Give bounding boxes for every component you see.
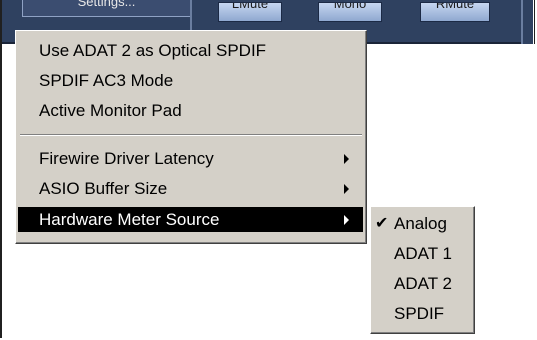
menu-item-hardware-meter-source[interactable]: Hardware Meter Source <box>18 207 363 232</box>
menu-item-label: ASIO Buffer Size <box>39 179 168 198</box>
menu-item-asio-buffer-size[interactable]: ASIO Buffer Size <box>18 176 363 201</box>
submenu-arrow-icon <box>344 154 349 164</box>
menu-item-label: Hardware Meter Source <box>39 210 220 229</box>
menu-item-label: SPDIF AC3 Mode <box>39 71 174 90</box>
menu-item-label: Firewire Driver Latency <box>39 149 214 168</box>
submenu-item-adat1[interactable]: ADAT 1 <box>373 239 471 268</box>
settings-button[interactable]: Settings... <box>22 0 191 17</box>
submenu-item-spdif[interactable]: SPDIF <box>373 299 471 328</box>
submenu-item-analog[interactable]: ✔ Analog <box>373 209 471 238</box>
submenu-item-adat2[interactable]: ADAT 2 <box>373 269 471 298</box>
rmute-button[interactable]: RMute <box>420 2 490 22</box>
hardware-meter-source-submenu: ✔ Analog ADAT 1 ADAT 2 SPDIF <box>370 206 475 334</box>
submenu-item-label: Analog <box>394 214 447 233</box>
menu-item-spdif-ac3-mode[interactable]: SPDIF AC3 Mode <box>18 68 363 93</box>
mono-button[interactable]: Mono <box>318 2 382 22</box>
settings-button-label: Settings... <box>77 0 136 9</box>
submenu-item-label: ADAT 1 <box>394 244 452 263</box>
menu-separator <box>20 134 362 136</box>
submenu-item-label: ADAT 2 <box>394 274 452 293</box>
menu-item-label: Use ADAT 2 as Optical SPDIF <box>39 41 267 60</box>
checkmark-icon: ✔ <box>375 215 389 232</box>
mono-button-label: Mono <box>333 2 367 11</box>
lmute-button[interactable]: LMute <box>218 2 282 22</box>
rmute-button-label: RMute <box>435 2 475 11</box>
lmute-button-label: LMute <box>231 2 269 11</box>
menu-item-use-adat2-optical-spdif[interactable]: Use ADAT 2 as Optical SPDIF <box>18 38 363 63</box>
submenu-arrow-icon <box>344 215 349 225</box>
menu-item-firewire-driver-latency[interactable]: Firewire Driver Latency <box>18 146 363 171</box>
submenu-arrow-icon <box>344 184 349 194</box>
menu-item-active-monitor-pad[interactable]: Active Monitor Pad <box>18 98 363 123</box>
settings-context-menu: Use ADAT 2 as Optical SPDIF SPDIF AC3 Mo… <box>15 30 367 244</box>
submenu-item-label: SPDIF <box>394 304 445 323</box>
menu-item-label: Active Monitor Pad <box>39 101 182 120</box>
